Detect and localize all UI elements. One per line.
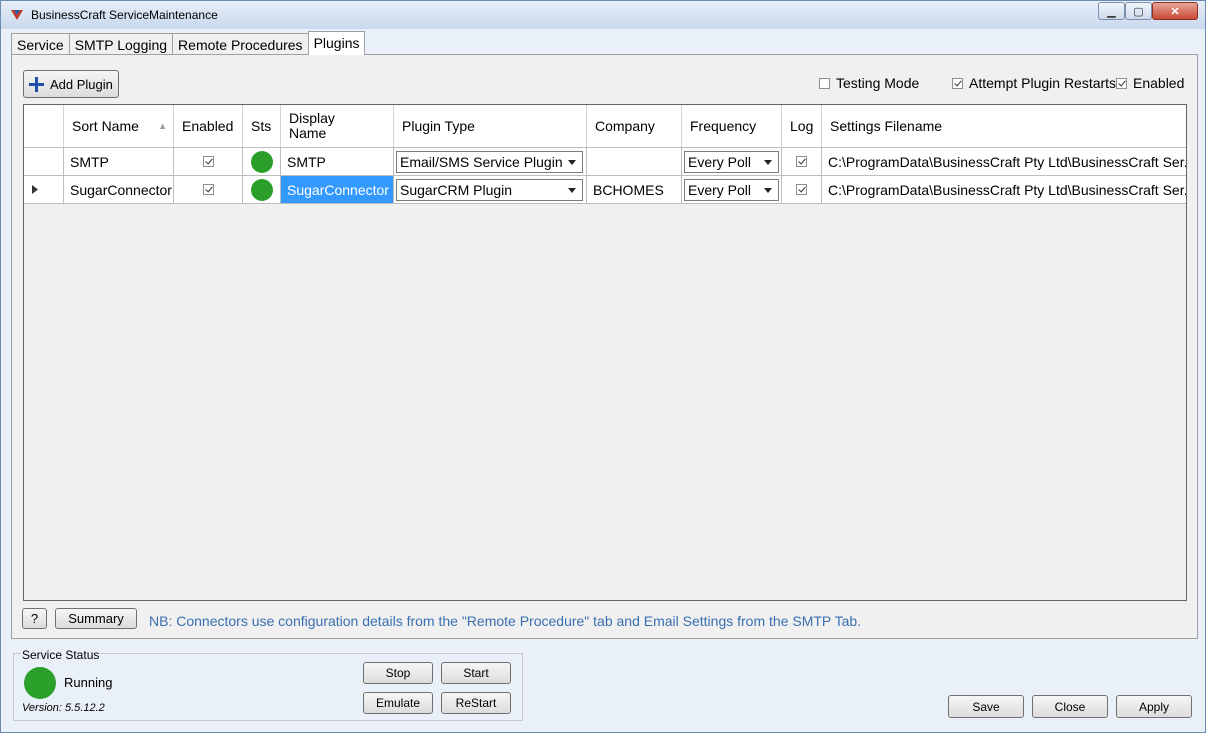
- chevron-down-icon: [568, 160, 576, 165]
- chevron-down-icon: [764, 188, 772, 193]
- col-sort-name-label: Sort Name: [72, 118, 139, 134]
- row-selector[interactable]: [24, 148, 64, 175]
- tab-plugins[interactable]: Plugins: [307, 31, 366, 55]
- enabled-label: Enabled: [1133, 75, 1185, 91]
- cell-plugin-type: SugarCRM Plugin: [394, 176, 587, 203]
- plugin-type-dropdown[interactable]: SugarCRM Plugin: [396, 179, 583, 201]
- tab-strip: Service SMTP Logging Remote Procedures P…: [11, 31, 366, 55]
- plugins-grid: Sort Name ▲ Enabled Sts Display Name Plu…: [23, 104, 1187, 601]
- row-enabled-checkbox[interactable]: [202, 184, 214, 195]
- plugin-type-value: SugarCRM Plugin: [400, 182, 513, 198]
- row-selector[interactable]: [24, 176, 64, 203]
- service-status-label: Service Status: [21, 648, 101, 662]
- col-enabled[interactable]: Enabled: [174, 105, 243, 147]
- table-row[interactable]: SMTP SMTP Email/SMS Service Plugin Every…: [24, 148, 1186, 176]
- cell-settings-filename[interactable]: C:\ProgramData\BusinessCraft Pty Ltd\Bus…: [822, 148, 1186, 175]
- row-header-corner: [24, 105, 64, 147]
- minimize-icon: ▁: [1107, 5, 1116, 18]
- cell-frequency: Every Poll: [682, 176, 782, 203]
- cell-log[interactable]: [782, 148, 822, 175]
- save-button[interactable]: Save: [948, 695, 1024, 718]
- tab-service[interactable]: Service: [11, 33, 70, 55]
- col-display-name[interactable]: Display Name: [281, 105, 394, 147]
- row-enabled-checkbox[interactable]: [202, 156, 214, 167]
- tab-remote-procedures[interactable]: Remote Procedures: [172, 33, 309, 55]
- row-log-checkbox[interactable]: [796, 184, 807, 195]
- cell-company[interactable]: BCHOMES: [587, 176, 682, 203]
- add-plugin-label: Add Plugin: [50, 76, 113, 92]
- title-bar: BusinessCraft ServiceMaintenance ▁ ▢ ✕: [1, 1, 1205, 29]
- current-row-arrow-icon: [32, 185, 38, 194]
- attempt-restarts-checkbox[interactable]: [952, 77, 963, 89]
- col-sort-name[interactable]: Sort Name ▲: [64, 105, 174, 147]
- sort-ascending-icon: ▲: [158, 121, 167, 131]
- close-button[interactable]: Close: [1032, 695, 1108, 718]
- help-button[interactable]: ?: [22, 608, 47, 629]
- frequency-value: Every Poll: [688, 182, 752, 198]
- cell-sort-name[interactable]: SMTP: [64, 148, 174, 175]
- emulate-button[interactable]: Emulate: [363, 692, 433, 714]
- plugin-type-value: Email/SMS Service Plugin: [400, 154, 563, 170]
- app-window: BusinessCraft ServiceMaintenance ▁ ▢ ✕ S…: [0, 0, 1206, 733]
- start-button[interactable]: Start: [441, 662, 511, 684]
- plugin-type-dropdown[interactable]: Email/SMS Service Plugin: [396, 151, 583, 173]
- col-log[interactable]: Log: [782, 105, 822, 147]
- cell-plugin-type: Email/SMS Service Plugin: [394, 148, 587, 175]
- attempt-restarts-label: Attempt Plugin Restarts: [969, 75, 1117, 91]
- table-row[interactable]: SugarConnector SugarConnector SugarCRM P…: [24, 176, 1186, 204]
- maximize-icon: ▢: [1133, 5, 1144, 18]
- cell-status: [243, 148, 281, 175]
- summary-button[interactable]: Summary: [55, 608, 137, 629]
- version-label: Version: 5.5.12.2: [22, 702, 105, 714]
- stop-button[interactable]: Stop: [363, 662, 433, 684]
- grid-header: Sort Name ▲ Enabled Sts Display Name Plu…: [24, 105, 1186, 148]
- add-plugin-button[interactable]: Add Plugin: [23, 70, 119, 98]
- plugins-panel: Add Plugin Testing Mode Attempt Plugin R…: [11, 54, 1198, 639]
- cell-settings-filename[interactable]: C:\ProgramData\BusinessCraft Pty Ltd\Bus…: [822, 176, 1186, 203]
- testing-mode-checkbox[interactable]: [819, 77, 830, 89]
- col-plugin-type[interactable]: Plugin Type: [394, 105, 587, 147]
- cell-enabled[interactable]: [174, 176, 243, 203]
- frequency-value: Every Poll: [688, 154, 752, 170]
- close-window-button[interactable]: ✕: [1152, 2, 1198, 20]
- service-status-indicator-icon: [24, 667, 56, 699]
- row-log-checkbox[interactable]: [796, 156, 807, 167]
- testing-mode-label: Testing Mode: [836, 75, 920, 91]
- col-status[interactable]: Sts: [243, 105, 281, 147]
- chevron-down-icon: [764, 160, 772, 165]
- cell-frequency: Every Poll: [682, 148, 782, 175]
- restart-button[interactable]: ReStart: [441, 692, 511, 714]
- status-indicator-icon: [250, 150, 273, 173]
- enabled-option[interactable]: Enabled: [1116, 75, 1184, 91]
- frequency-dropdown[interactable]: Every Poll: [684, 151, 779, 173]
- col-company[interactable]: Company: [587, 105, 682, 147]
- tab-smtp-logging[interactable]: SMTP Logging: [68, 33, 174, 55]
- window-title: BusinessCraft ServiceMaintenance: [31, 8, 218, 22]
- connectors-note: NB: Connectors use configuration details…: [149, 613, 862, 629]
- frequency-dropdown[interactable]: Every Poll: [684, 179, 779, 201]
- maximize-button[interactable]: ▢: [1125, 2, 1152, 20]
- enabled-checkbox[interactable]: [1116, 77, 1127, 89]
- chevron-down-icon: [568, 188, 576, 193]
- col-settings-filename[interactable]: Settings Filename: [822, 105, 1186, 147]
- cell-enabled[interactable]: [174, 148, 243, 175]
- cell-log[interactable]: [782, 176, 822, 203]
- attempt-restarts-option[interactable]: Attempt Plugin Restarts: [952, 75, 1116, 91]
- testing-mode-option[interactable]: Testing Mode: [819, 75, 919, 91]
- cell-status: [243, 176, 281, 203]
- apply-button[interactable]: Apply: [1116, 695, 1192, 718]
- col-frequency[interactable]: Frequency: [682, 105, 782, 147]
- minimize-button[interactable]: ▁: [1098, 2, 1125, 20]
- plus-icon: [29, 76, 44, 92]
- service-status-text: Running: [64, 675, 113, 690]
- app-logo-icon: [11, 10, 23, 20]
- cell-sort-name[interactable]: SugarConnector: [64, 176, 174, 203]
- close-icon: ✕: [1170, 5, 1180, 18]
- cell-display-name[interactable]: SMTP: [281, 148, 394, 175]
- cell-company[interactable]: [587, 148, 682, 175]
- status-indicator-icon: [250, 178, 273, 201]
- cell-display-name[interactable]: SugarConnector: [281, 176, 394, 203]
